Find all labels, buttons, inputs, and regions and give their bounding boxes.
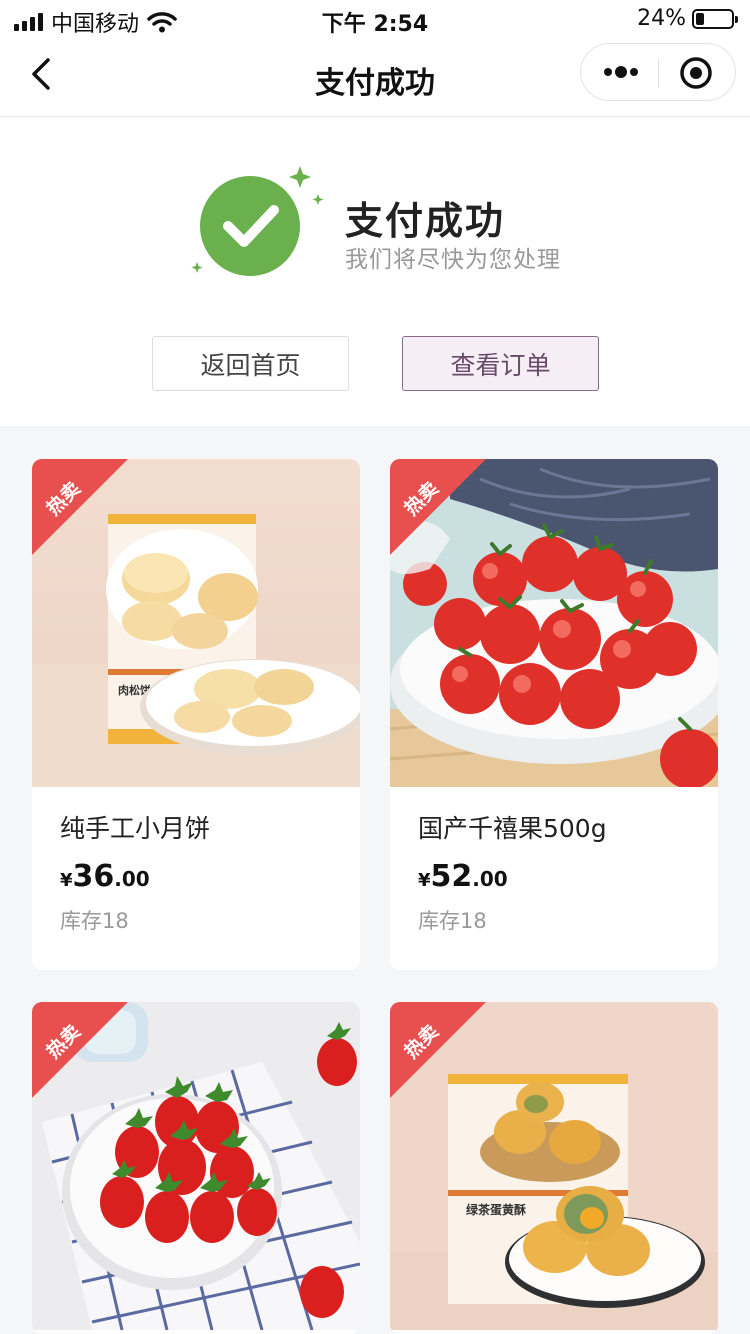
view-order-button[interactable]: 查看订单 <box>402 336 599 391</box>
success-subtitle: 我们将尽快为您处理 <box>345 247 561 273</box>
box-label: 绿茶蛋黄酥 <box>466 1202 526 1217</box>
product-name: 纯手工小月饼 <box>60 814 211 843</box>
more-icon[interactable] <box>603 57 639 87</box>
product-image-strawberries[interactable]: 热卖 <box>32 1002 360 1330</box>
close-target-icon[interactable] <box>679 56 713 90</box>
battery-icon <box>692 8 738 29</box>
hot-sale-badge: 热卖 <box>390 1002 486 1098</box>
battery-percent: 24% <box>637 6 686 31</box>
product-price: ¥36.00 <box>60 859 150 894</box>
hot-sale-badge: 热卖 <box>32 459 128 555</box>
success-title: 支付成功 <box>345 199 506 243</box>
product-name: 国产千禧果500g <box>418 814 607 843</box>
navigation-bar: 支付成功 <box>0 40 750 117</box>
product-image-tomatoes[interactable]: 热卖 <box>390 459 718 787</box>
capsule-divider <box>658 58 659 88</box>
hot-sale-badge: 热卖 <box>32 1002 128 1098</box>
product-card[interactable]: 肉松饼 热卖 纯手工小月饼 ¥36.00 库存18 <box>32 459 360 970</box>
product-price: ¥52.00 <box>418 859 508 894</box>
product-stock: 库存18 <box>60 909 129 933</box>
hot-sale-badge: 热卖 <box>390 459 486 555</box>
product-image-egg-yolk-pastry[interactable]: 绿茶蛋黄酥 热卖 <box>390 1002 718 1330</box>
success-panel: 支付成功 我们将尽快为您处理 返回首页 查看订单 <box>0 118 750 426</box>
product-stock: 库存18 <box>418 909 487 933</box>
mini-program-capsule <box>580 43 736 101</box>
product-card[interactable]: 热卖 国产千禧果500g ¥52.00 库存18 <box>390 459 718 970</box>
back-to-home-button[interactable]: 返回首页 <box>152 336 349 391</box>
status-bar: 中国移动 下午 2:54 24% <box>0 0 750 40</box>
success-check-icon <box>191 166 324 276</box>
product-image-mooncake[interactable]: 肉松饼 热卖 <box>32 459 360 787</box>
product-card[interactable]: 绿茶蛋黄酥 热卖 <box>390 1002 718 1334</box>
product-card[interactable]: 热卖 <box>32 1002 360 1334</box>
